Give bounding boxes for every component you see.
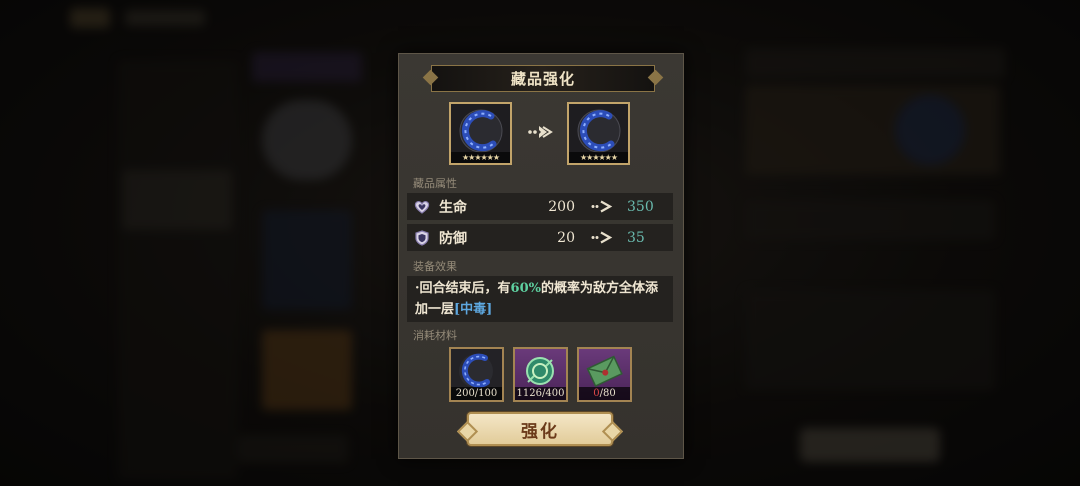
collection-item-icon: [459, 109, 503, 153]
stat-new-value: 350: [627, 198, 654, 215]
effect-status: [中毒]: [454, 302, 493, 317]
material-slot-item[interactable]: 200/100: [449, 347, 504, 402]
stat-row-defense: 防御 20 35: [407, 224, 673, 251]
heart-icon: [414, 200, 430, 214]
stat-name: 防御: [439, 230, 467, 247]
attributes-label: 藏品属性: [413, 177, 457, 190]
stat-name: 生命: [439, 199, 467, 216]
star-rating: ★★★★★★: [569, 152, 628, 163]
material-count: 200/100: [451, 387, 502, 400]
arrow-right-icon: [591, 200, 613, 213]
material-need: /80: [599, 388, 616, 399]
effect-description: ·回合结束后，有60%的概率为敌方全体添加一层[中毒]: [407, 276, 673, 322]
materials-label: 消耗材料: [413, 329, 457, 342]
stat-current-value: 200: [548, 198, 575, 215]
upgrade-arrow-icon: [528, 126, 553, 138]
material-slot-orb[interactable]: 1126/400: [513, 347, 568, 402]
collection-item-icon: [459, 353, 493, 388]
enhance-button[interactable]: 强化: [467, 412, 613, 446]
star-rating: ★★★★★★: [451, 152, 510, 163]
effect-label: 装备效果: [413, 260, 457, 273]
effect-text: ·回合结束后，有: [415, 281, 511, 296]
shield-icon: [415, 229, 429, 246]
green-orb-icon: [526, 357, 554, 385]
stat-row-hp: 生命 200 350: [407, 193, 673, 220]
green-envelope-icon: [586, 355, 623, 387]
stat-current-value: 20: [557, 229, 575, 246]
material-slot-letter[interactable]: 0/80: [577, 347, 632, 402]
dialog-title: 藏品强化: [431, 65, 655, 92]
material-count: 1126/400: [515, 387, 566, 400]
effect-chance: 60%: [510, 281, 541, 296]
item-after-card[interactable]: ★★★★★★: [567, 102, 630, 165]
material-count: 0/80: [579, 387, 630, 400]
item-before-card[interactable]: ★★★★★★: [449, 102, 512, 165]
arrow-right-icon: [591, 231, 613, 244]
collection-item-icon: [577, 109, 621, 153]
stat-new-value: 35: [627, 229, 645, 246]
enhance-dialog: 藏品强化 ★★★★★★ ★★★★★★ 藏品属性 生命 200 350 防御 20…: [398, 53, 684, 459]
